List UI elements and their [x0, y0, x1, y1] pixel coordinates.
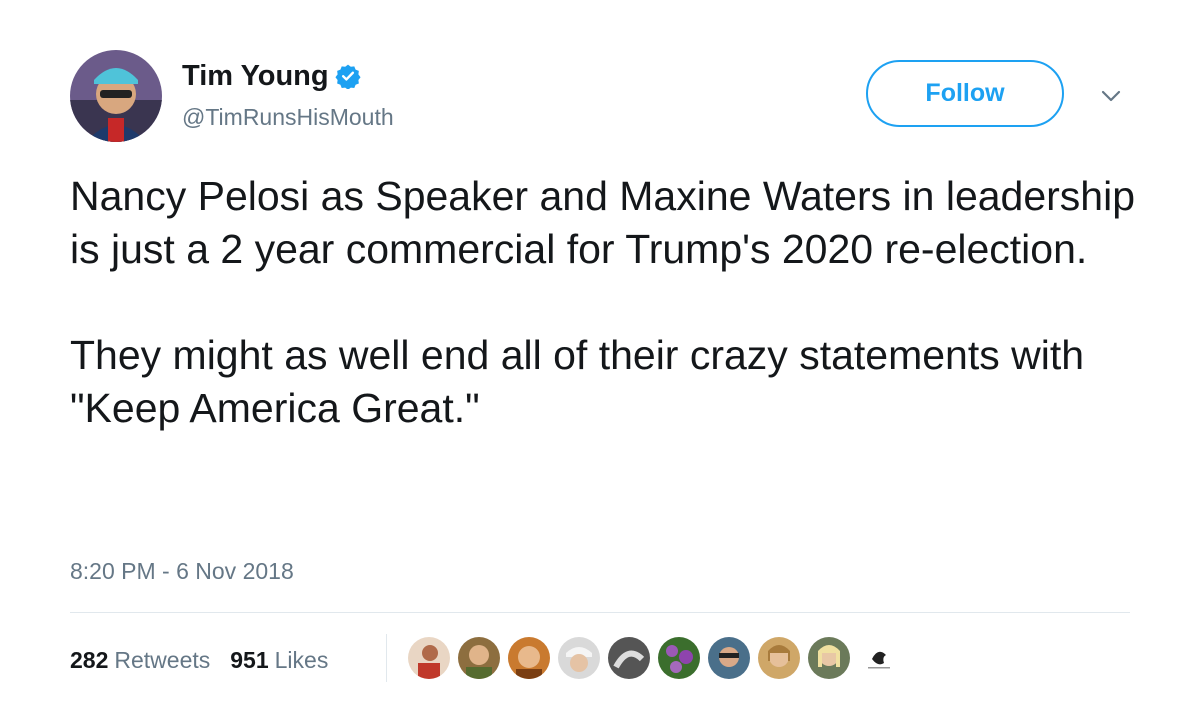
author-name-row: Tim Young [182, 58, 361, 94]
liker-avatar[interactable] [658, 637, 700, 679]
liker-avatar[interactable] [608, 637, 650, 679]
liker-avatar[interactable] [858, 637, 900, 679]
tweet-body: Nancy Pelosi as Speaker and Maxine Water… [70, 170, 1170, 435]
retweets-count: 282 [70, 646, 109, 673]
tweet-paragraph: They might as well end all of their craz… [70, 332, 1085, 431]
retweets-stat[interactable]: 282 Retweets [70, 647, 210, 674]
author-handle[interactable]: @TimRunsHisMouth [182, 104, 394, 131]
liker-avatar[interactable] [508, 637, 550, 679]
liker-avatar[interactable] [708, 637, 750, 679]
author-name[interactable]: Tim Young [182, 60, 329, 93]
liker-avatar[interactable] [408, 637, 450, 679]
liker-avatar[interactable] [558, 637, 600, 679]
retweets-label: Retweets [114, 646, 211, 673]
likes-count: 951 [230, 646, 269, 673]
likes-stat[interactable]: 951 Likes [230, 647, 328, 674]
divider [70, 612, 1130, 613]
tweet-timestamp[interactable]: 8:20 PM - 6 Nov 2018 [70, 558, 294, 585]
likes-label: Likes [274, 646, 329, 673]
tweet-stats: 282 Retweets 951 Likes [70, 640, 348, 680]
verified-badge-icon [335, 64, 361, 89]
liker-avatar[interactable] [458, 637, 500, 679]
liker-avatar[interactable] [758, 637, 800, 679]
follow-button[interactable]: Follow [866, 60, 1064, 127]
chevron-down-icon[interactable] [1098, 86, 1124, 106]
likers-avatars [408, 636, 908, 680]
stats-divider [386, 634, 387, 682]
tweet-header: Tim Young @TimRunsHisMouth Follow [70, 50, 1130, 142]
author-avatar[interactable] [70, 50, 162, 142]
liker-avatar[interactable] [808, 637, 850, 679]
tweet-paragraph: Nancy Pelosi as Speaker and Maxine Water… [70, 173, 1136, 272]
